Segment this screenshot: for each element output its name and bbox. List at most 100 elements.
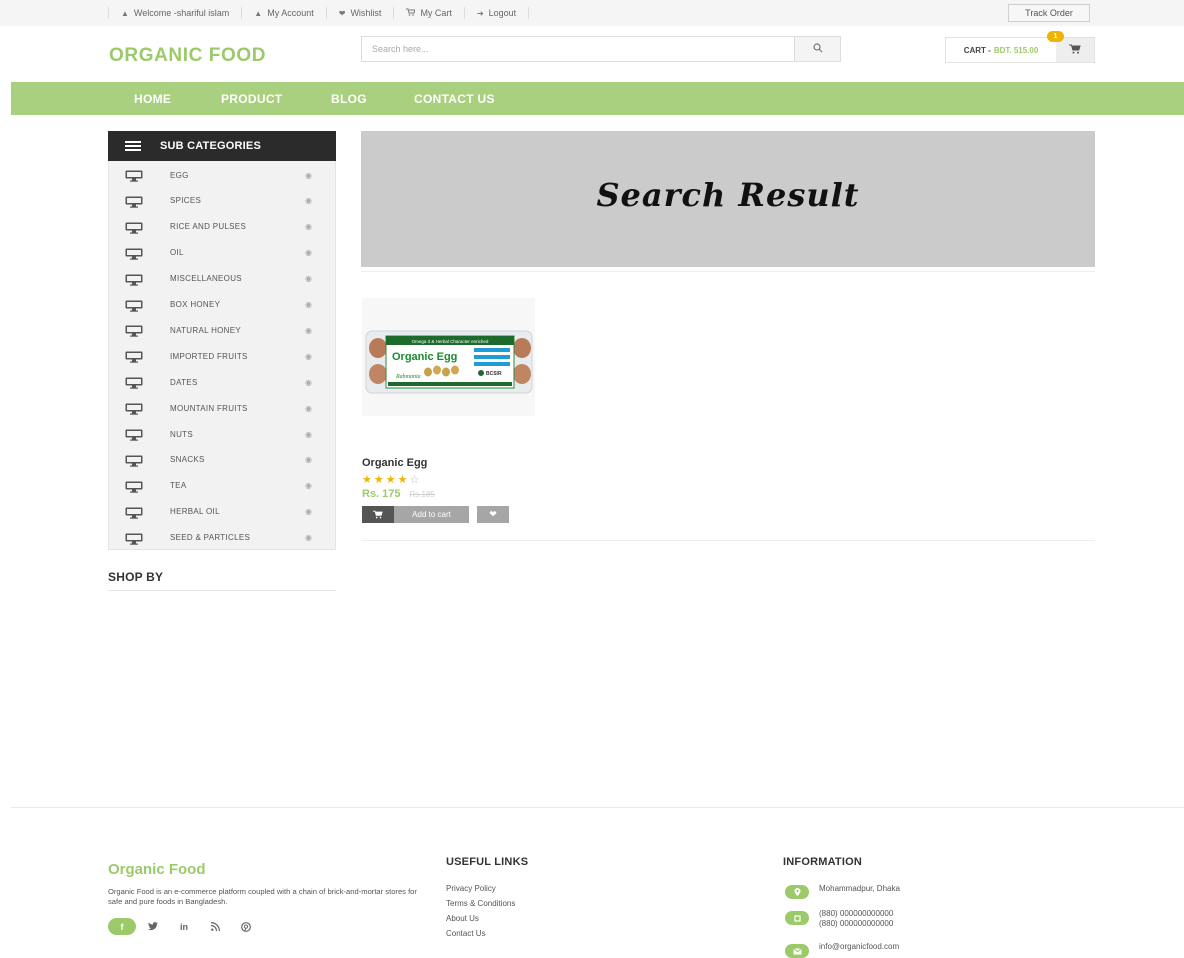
my-account-link[interactable]: ▲ My Account (241, 7, 325, 19)
cart-icon (1069, 41, 1081, 59)
category-item[interactable]: MISCELLANEOUS ◉ (109, 269, 335, 289)
category-label: HERBAL OIL (170, 507, 220, 517)
eye-icon: ◉ (305, 196, 312, 206)
category-item[interactable]: RICE AND PULSES ◉ (109, 217, 335, 237)
monitor-icon (125, 480, 143, 498)
category-item[interactable]: NUTS ◉ (109, 424, 335, 444)
category-item[interactable]: SPICES ◉ (109, 191, 335, 211)
category-item[interactable]: IMPORTED FRUITS ◉ (109, 346, 335, 366)
track-order-button[interactable]: Track Order (1008, 4, 1090, 22)
sub-categories-header: SUB CATEGORIES (108, 131, 336, 161)
category-label: TEA (170, 481, 187, 491)
star-filled-icon: ★ (397, 474, 408, 486)
category-item[interactable]: HERBAL OIL ◉ (109, 502, 335, 522)
monitor-icon (125, 532, 143, 550)
eye-icon: ◉ (305, 248, 312, 258)
category-item[interactable]: NATURAL HONEY ◉ (109, 320, 335, 340)
top-links: ▲ Welcome -shariful islam ▲ My Account ❤… (108, 0, 530, 26)
nav-home[interactable]: HOME (134, 82, 171, 115)
welcome-label: Welcome -shariful islam (133, 8, 230, 18)
my-account-label: My Account (267, 8, 314, 18)
category-item[interactable]: DATES ◉ (109, 372, 335, 392)
pinterest-icon[interactable] (232, 918, 260, 935)
wishlist-link[interactable]: ❤ Wishlist (325, 7, 394, 19)
heart-icon: ❤ (489, 509, 497, 519)
eye-icon: ◉ (305, 507, 312, 517)
about-us-link[interactable]: About Us (446, 914, 479, 923)
category-item[interactable]: EGG ◉ (109, 165, 335, 185)
shop-by-heading: SHOP BY (108, 570, 336, 591)
cart-button[interactable] (1056, 38, 1094, 62)
logout-icon: ➜ (476, 8, 484, 18)
cart-summary[interactable]: CART - BDT. 515.00 (946, 38, 1056, 62)
nav-blog[interactable]: BLOG (331, 82, 367, 115)
phone-icon (785, 911, 809, 925)
add-to-wishlist-button[interactable]: ❤ (477, 506, 509, 523)
user-icon: ▲ (121, 8, 129, 18)
eye-icon: ◉ (305, 403, 312, 413)
user-icon: ▲ (254, 8, 263, 18)
monitor-icon (125, 247, 143, 265)
star-filled-icon: ★ (362, 474, 372, 486)
eye-icon: ◉ (305, 481, 312, 491)
phone-number-1: (880) 000000000000 (819, 909, 894, 918)
divider (361, 271, 1095, 272)
email-text[interactable]: info@organicfood.com (819, 942, 899, 952)
category-label: RICE AND PULSES (170, 222, 247, 232)
welcome-link[interactable]: ▲ Welcome -shariful islam (108, 7, 241, 19)
cart-icon (406, 8, 417, 18)
twitter-icon[interactable] (139, 918, 167, 935)
old-price: Rs.185 (409, 490, 435, 499)
monitor-icon (125, 299, 143, 317)
category-label: SNACKS (170, 455, 205, 465)
nav-contact-us[interactable]: CONTACT US (414, 82, 495, 115)
search-button[interactable] (794, 37, 840, 61)
nav-product[interactable]: PRODUCT (221, 82, 282, 115)
category-item[interactable]: BOX HONEY ◉ (109, 295, 335, 315)
facebook-icon[interactable]: f (108, 918, 136, 935)
category-item[interactable]: OIL ◉ (109, 243, 335, 263)
eye-icon: ◉ (305, 455, 312, 465)
category-label: MOUNTAIN FRUITS (170, 403, 248, 413)
divider (361, 540, 1095, 541)
product-image[interactable]: Omega 3 & Herbal Character enriched Orga… (362, 298, 535, 416)
category-item[interactable]: SEED & PARTICLES ◉ (109, 528, 335, 548)
linkedin-icon[interactable]: in (170, 918, 198, 935)
product-image-caption: Omega 3 & Herbal Character enriched (412, 339, 489, 344)
category-item[interactable]: SNACKS ◉ (109, 450, 335, 470)
star-empty-icon: ☆ (409, 474, 420, 486)
search-result-banner: Search Result (361, 131, 1095, 267)
logout-link[interactable]: ➜ Logout (463, 7, 530, 19)
monitor-icon (125, 221, 143, 239)
monitor-icon (125, 428, 143, 446)
product-rating: ★ ★ ★ ★ ☆ (362, 473, 419, 486)
cart-amount: BDT. 515.00 (993, 45, 1039, 55)
category-label: DATES (170, 377, 198, 387)
add-to-cart-button[interactable]: Add to cart (362, 506, 469, 523)
category-label: SPICES (170, 196, 202, 206)
monitor-icon (125, 324, 143, 342)
svg-text:Rahmania: Rahmania (395, 374, 421, 380)
search-input[interactable] (362, 37, 794, 61)
rss-icon[interactable] (201, 918, 229, 935)
eye-icon: ◉ (305, 170, 312, 180)
header-cart[interactable]: CART - BDT. 515.00 (945, 37, 1095, 63)
add-to-cart-label: Add to cart (394, 506, 469, 523)
contact-us-link[interactable]: Contact Us (446, 929, 486, 938)
eye-icon: ◉ (305, 377, 312, 387)
monitor-icon (125, 376, 143, 394)
email-icon (785, 944, 809, 958)
category-label: SEED & PARTICLES (170, 533, 251, 543)
category-item[interactable]: MOUNTAIN FRUITS ◉ (109, 398, 335, 418)
my-cart-link[interactable]: My Cart (393, 7, 464, 19)
terms-conditions-link[interactable]: Terms & Conditions (446, 899, 515, 908)
site-logo[interactable]: ORGANIC FOOD (109, 45, 266, 67)
privacy-policy-link[interactable]: Privacy Policy (446, 884, 496, 893)
product-name[interactable]: Organic Egg (362, 457, 427, 469)
monitor-icon (125, 273, 143, 291)
category-item[interactable]: TEA ◉ (109, 476, 335, 496)
category-label: MISCELLANEOUS (170, 274, 242, 284)
star-filled-icon: ★ (385, 474, 396, 486)
logout-label: Logout (488, 8, 517, 18)
category-list: EGG ◉ SPICES ◉ RICE AND PULSES ◉ OIL ◉ MISCELLAN… (108, 161, 336, 550)
